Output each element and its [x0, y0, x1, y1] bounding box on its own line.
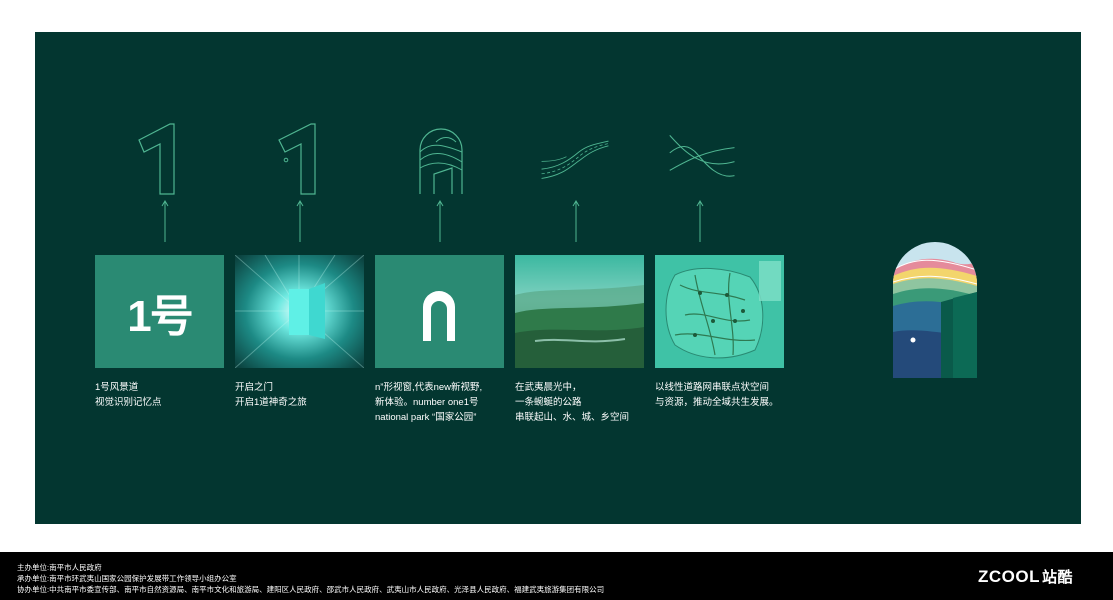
arrow-up-icon [572, 200, 580, 242]
final-logo-icon [893, 242, 977, 378]
n-arch-tile [375, 255, 504, 368]
arrow-up-icon [436, 200, 444, 242]
footer-host: 主办单位:南平市人民政府 [17, 563, 102, 572]
arrow-up-icon [161, 200, 169, 242]
footer-organizer: 承办单位:南平市环武夷山国家公园保护发展带工作领导小组办公室 [17, 574, 237, 583]
caption-3: n”形视窗,代表new新视野, 新体验。number one1号 nationa… [375, 382, 483, 423]
tile-1hao-text: 1号 [127, 291, 193, 341]
tile-1hao: 1号 [95, 255, 224, 368]
caption-5: 以线性道路网串联点状空间 与资源，推动全域共生发展。 [655, 382, 779, 408]
road-network-map [655, 255, 784, 368]
numeral-one-outline-icon [138, 123, 175, 195]
zcool-logo: ZCOOL 站酷 [977, 567, 1073, 586]
caption-2: 开启之门 开启1道神奇之旅 [235, 382, 307, 408]
caption-1: 1号风景道 视觉识别记忆点 [95, 382, 162, 408]
misty-mountain-photo [515, 255, 644, 368]
door-numeral-one-icon [278, 123, 316, 195]
glowing-door-image [235, 255, 364, 368]
arch-window-door-icon [419, 128, 463, 194]
footer-co-organizer: 协办单位:中共南平市委宣传部、南平市自然资源局、南平市文化和旅游局、建阳区人民政… [17, 585, 605, 594]
arrow-up-icon [296, 200, 304, 242]
winding-road-icon [541, 140, 609, 179]
footer: 主办单位:南平市人民政府 承办单位:南平市环武夷山国家公园保护发展带工作领导小组… [0, 552, 1113, 600]
crossing-lines-icon [669, 135, 735, 177]
caption-4: 在武夷晨光中， 一条蜿蜒的公路 串联起山、水、城、乡空间 [515, 382, 630, 423]
arrow-up-icon [696, 200, 704, 242]
